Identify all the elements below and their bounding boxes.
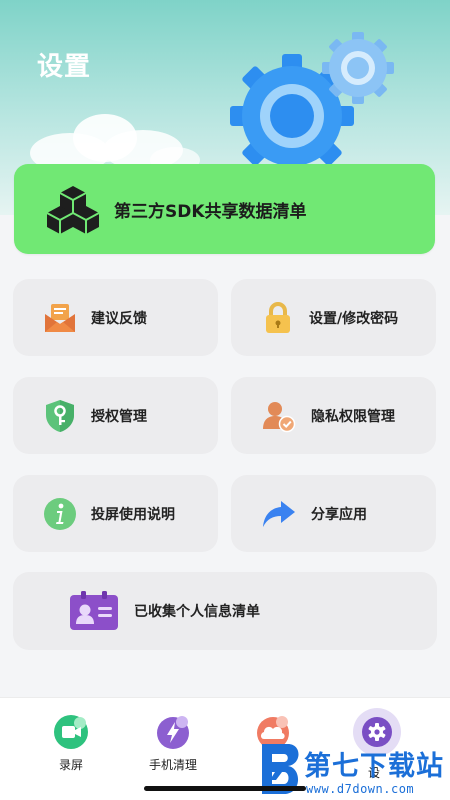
privacy-permission-button[interactable]: 隐私权限管理 (231, 377, 436, 454)
shield-key-icon (46, 399, 74, 432)
page-title: 设置 (37, 52, 92, 82)
sdk-list-button[interactable]: 第三方SDK共享数据清单 (14, 164, 435, 254)
watermark-url: www.d7down.com (306, 782, 415, 796)
collected-info-label: 已收集个人信息清单 (134, 604, 260, 620)
watermark-name: 第七下载站 (304, 751, 444, 782)
password-button[interactable]: 设置/修改密码 (231, 279, 436, 356)
password-label: 设置/修改密码 (309, 310, 399, 327)
nav-tab-record[interactable]: 录屏 (26, 712, 116, 773)
feedback-label: 建议反馈 (91, 310, 147, 327)
id-card-icon (70, 591, 118, 630)
sdk-list-label: 第三方SDK共享数据清单 (114, 201, 307, 222)
bottom-nav-divider (0, 697, 450, 698)
nav-tab-clean[interactable]: 手机清理 (128, 712, 218, 773)
cubes-icon (46, 186, 100, 234)
info-icon (44, 497, 76, 530)
nav-label-clean: 手机清理 (148, 758, 197, 772)
collected-info-button[interactable]: 已收集个人信息清单 (13, 572, 437, 650)
lock-icon (266, 301, 290, 333)
gears-illustration (230, 32, 394, 178)
authorization-label: 授权管理 (91, 408, 147, 425)
cast-guide-button[interactable]: 投屏使用说明 (13, 475, 218, 552)
envelope-icon (45, 303, 75, 332)
record-icon (54, 715, 88, 749)
feedback-button[interactable]: 建议反馈 (13, 279, 218, 356)
clean-icon (157, 716, 189, 749)
share-arrow-icon (263, 500, 295, 527)
authorization-button[interactable]: 授权管理 (13, 377, 218, 454)
nav-label-record: 录屏 (58, 758, 83, 772)
privacy-permission-label: 隐私权限管理 (311, 408, 395, 425)
share-app-label: 分享应用 (311, 506, 367, 523)
home-indicator[interactable] (144, 786, 306, 791)
share-app-button[interactable]: 分享应用 (231, 475, 436, 552)
cast-guide-label: 投屏使用说明 (91, 506, 175, 523)
user-check-icon (263, 401, 296, 432)
